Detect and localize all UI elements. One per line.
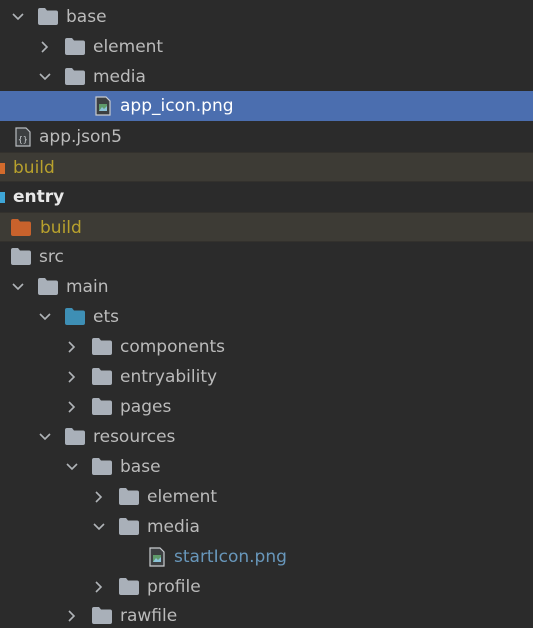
folder-icon xyxy=(119,578,139,595)
tree-row-media[interactable]: media xyxy=(0,512,533,542)
tree-row-label: element xyxy=(147,487,218,507)
image-file-icon xyxy=(149,547,165,567)
tree-row-label: build xyxy=(40,218,82,238)
folder-icon xyxy=(92,458,112,475)
tree-row-entry[interactable]: entry xyxy=(0,182,533,212)
folder-icon xyxy=(92,398,112,415)
folder-icon xyxy=(38,278,58,295)
chevron-right-icon[interactable] xyxy=(64,399,80,415)
chevron-down-icon[interactable] xyxy=(37,309,53,325)
tree-row-label: base xyxy=(66,7,107,27)
tree-row-resources[interactable]: resources xyxy=(0,422,533,452)
tree-row-build-root[interactable]: build xyxy=(0,152,533,182)
tree-row-label: main xyxy=(66,277,109,297)
tree-row-label: components xyxy=(120,337,226,357)
source-folder-icon xyxy=(65,308,85,325)
folder-icon xyxy=(65,428,85,445)
folder-icon xyxy=(92,338,112,355)
tree-row-label: entryability xyxy=(120,367,218,387)
chevron-down-icon[interactable] xyxy=(64,459,80,475)
tree-row-app-json5[interactable]: {} app.json5 xyxy=(0,122,533,152)
chevron-down-icon[interactable] xyxy=(91,519,107,535)
chevron-right-icon[interactable] xyxy=(64,608,80,624)
folder-icon xyxy=(119,518,139,535)
folder-icon xyxy=(65,38,85,55)
tree-row-rawfile[interactable]: rawfile xyxy=(0,601,533,628)
tree-row-label: resources xyxy=(93,427,176,447)
tree-row-label: element xyxy=(93,37,164,57)
svg-text:{}: {} xyxy=(18,135,28,144)
project-tree: base element media app_icon.png {} app.j… xyxy=(0,0,533,628)
tree-row-app-icon-png[interactable]: app_icon.png xyxy=(0,91,533,121)
excluded-folder-icon xyxy=(0,163,5,174)
tree-row-components[interactable]: components xyxy=(0,332,533,362)
chevron-right-icon[interactable] xyxy=(91,489,107,505)
tree-row-pages[interactable]: pages xyxy=(0,392,533,422)
tree-row-profile[interactable]: profile xyxy=(0,572,533,602)
excluded-folder-icon xyxy=(11,219,31,236)
tree-row-label: ets xyxy=(93,307,119,327)
tree-row-label: src xyxy=(39,247,64,267)
image-file-icon xyxy=(95,96,111,116)
tree-row-base[interactable]: base xyxy=(0,2,533,32)
chevron-down-icon[interactable] xyxy=(10,9,26,25)
tree-row-entryability[interactable]: entryability xyxy=(0,362,533,392)
folder-icon xyxy=(11,248,31,265)
chevron-right-icon[interactable] xyxy=(64,369,80,385)
tree-row-label: build xyxy=(13,158,55,178)
tree-row-label: app_icon.png xyxy=(120,96,234,116)
chevron-down-icon[interactable] xyxy=(37,69,53,85)
chevron-down-icon[interactable] xyxy=(37,429,53,445)
tree-row-entry-build[interactable]: build xyxy=(0,212,533,242)
module-folder-icon xyxy=(0,192,5,203)
folder-icon xyxy=(92,368,112,385)
tree-row-label: profile xyxy=(147,577,201,597)
tree-row-label: base xyxy=(120,457,161,477)
chevron-down-icon[interactable] xyxy=(10,279,26,295)
tree-row-src[interactable]: src xyxy=(0,242,533,272)
chevron-right-icon[interactable] xyxy=(91,579,107,595)
chevron-right-icon[interactable] xyxy=(64,339,80,355)
chevron-right-icon[interactable] xyxy=(37,39,53,55)
tree-row-label: startIcon.png xyxy=(174,547,287,567)
folder-icon xyxy=(65,68,85,85)
tree-row-ets[interactable]: ets xyxy=(0,302,533,332)
json-file-icon: {} xyxy=(15,127,31,147)
tree-row-label: entry xyxy=(13,187,65,207)
folder-icon xyxy=(119,488,139,505)
tree-row-starticon-png[interactable]: startIcon.png xyxy=(0,542,533,572)
tree-row-base[interactable]: base xyxy=(0,452,533,482)
tree-row-label: pages xyxy=(120,397,172,417)
tree-row-label: app.json5 xyxy=(39,127,122,147)
tree-row-element[interactable]: element xyxy=(0,482,533,512)
tree-row-label: media xyxy=(93,67,146,87)
folder-icon xyxy=(92,607,112,624)
tree-row-element[interactable]: element xyxy=(0,32,533,62)
tree-row-media[interactable]: media xyxy=(0,62,533,92)
folder-icon xyxy=(38,8,58,25)
tree-row-label: media xyxy=(147,517,200,537)
tree-row-label: rawfile xyxy=(120,606,178,626)
tree-row-main[interactable]: main xyxy=(0,272,533,302)
